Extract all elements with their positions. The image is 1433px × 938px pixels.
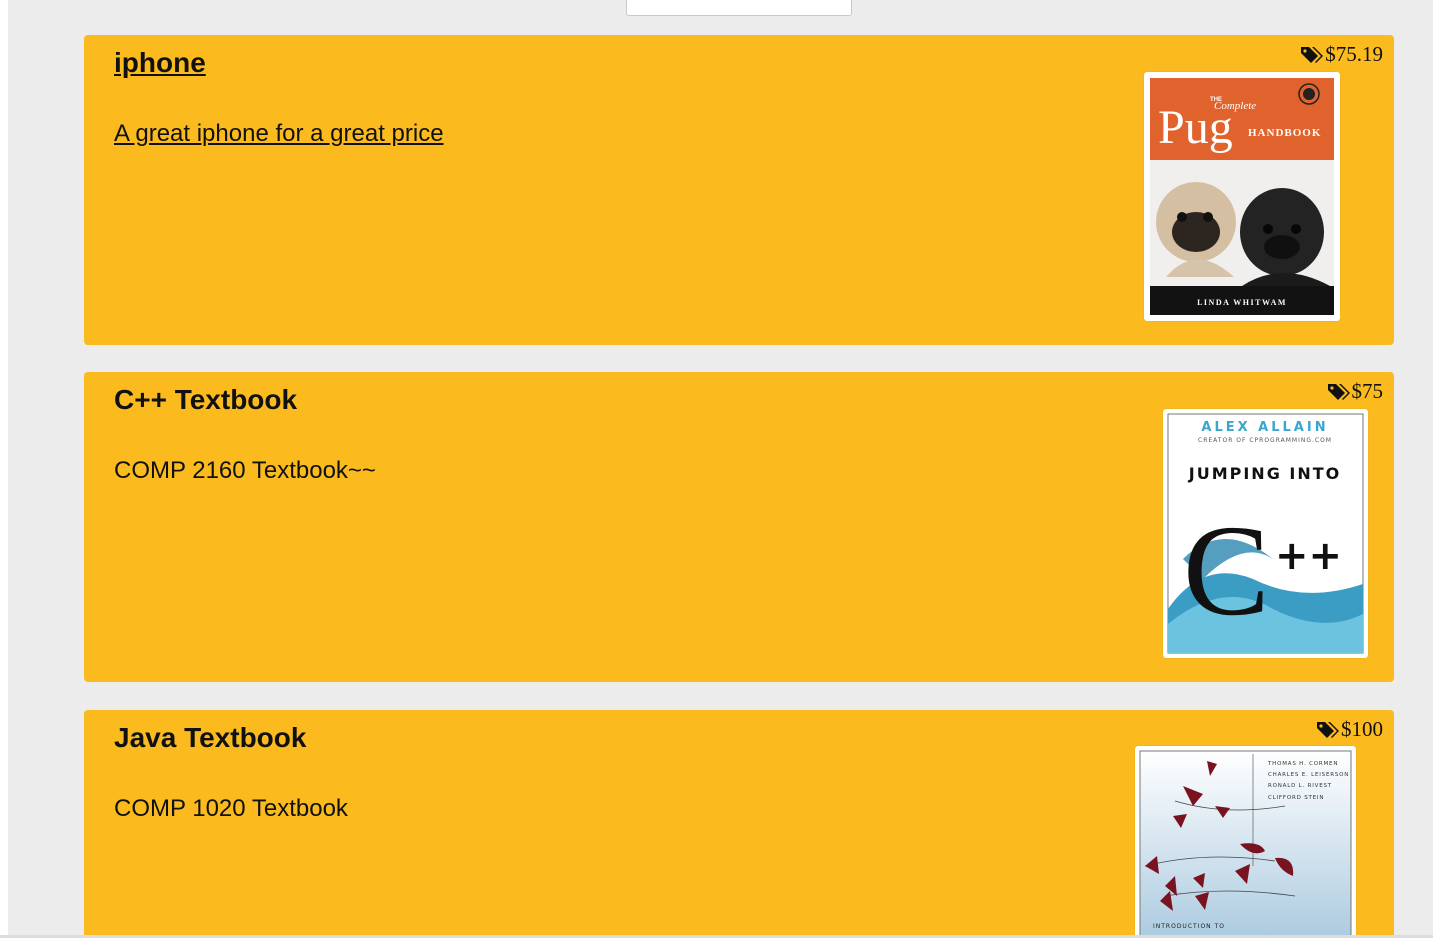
search-input[interactable] xyxy=(626,0,852,16)
price-value: $75.19 xyxy=(1325,42,1383,66)
svg-text:RONALD L. RIVEST: RONALD L. RIVEST xyxy=(1268,783,1332,789)
listing-card: iphone A great iphone for a great price … xyxy=(84,35,1394,345)
svg-text:CREATOR OF CPROGRAMMING.COM: CREATOR OF CPROGRAMMING.COM xyxy=(1198,437,1332,444)
svg-text:Pug: Pug xyxy=(1158,101,1233,154)
svg-text:C: C xyxy=(1183,499,1270,643)
svg-text:CLIFFORD STEIN: CLIFFORD STEIN xyxy=(1268,795,1324,801)
price-tag-icon xyxy=(1317,721,1339,738)
listing-price: $75 xyxy=(1327,379,1384,404)
listing-description: COMP 2160 Textbook~~ xyxy=(114,457,376,484)
listing-price: $75.19 xyxy=(1300,42,1383,67)
listing-image: THOMAS H. CORMEN CHARLES E. LEISERSON RO… xyxy=(1135,746,1356,935)
listing-title: Java Textbook xyxy=(114,722,307,753)
listing-description: COMP 1020 Textbook xyxy=(114,795,348,822)
listing-image: THE Complete Pug HANDBOOK LINDA WHITWAM xyxy=(1144,72,1340,321)
svg-text:LINDA WHITWAM: LINDA WHITWAM xyxy=(1197,298,1287,307)
svg-text:JUMPING INTO: JUMPING INTO xyxy=(1188,464,1342,483)
svg-text:CHARLES E. LEISERSON: CHARLES E. LEISERSON xyxy=(1268,772,1349,778)
price-tag-icon xyxy=(1301,46,1324,63)
svg-text:INTRODUCTION TO: INTRODUCTION TO xyxy=(1153,923,1225,930)
price-value: $100 xyxy=(1341,717,1383,741)
svg-text:THOMAS H. CORMEN: THOMAS H. CORMEN xyxy=(1267,761,1338,767)
price-tag-icon xyxy=(1327,383,1350,400)
price-value: $75 xyxy=(1351,379,1384,403)
svg-text:ALEX ALLAIN: ALEX ALLAIN xyxy=(1201,420,1328,435)
listing-card: Java Textbook COMP 1020 Textbook $100 TH… xyxy=(84,710,1394,935)
listing-price: $100 xyxy=(1316,717,1383,742)
svg-text:++: ++ xyxy=(1275,533,1342,579)
svg-text:HANDBOOK: HANDBOOK xyxy=(1248,127,1321,139)
page-viewport: iphone A great iphone for a great price … xyxy=(8,0,1433,935)
listing-description-link[interactable]: A great iphone for a great price xyxy=(114,119,444,149)
listing-card: C++ Textbook COMP 2160 Textbook~~ $75 AL… xyxy=(84,372,1394,682)
listing-title-link[interactable]: iphone xyxy=(114,46,206,80)
listing-title: C++ Textbook xyxy=(114,384,298,415)
listing-image: ALEX ALLAIN CREATOR OF CPROGRAMMING.COM … xyxy=(1163,409,1368,658)
